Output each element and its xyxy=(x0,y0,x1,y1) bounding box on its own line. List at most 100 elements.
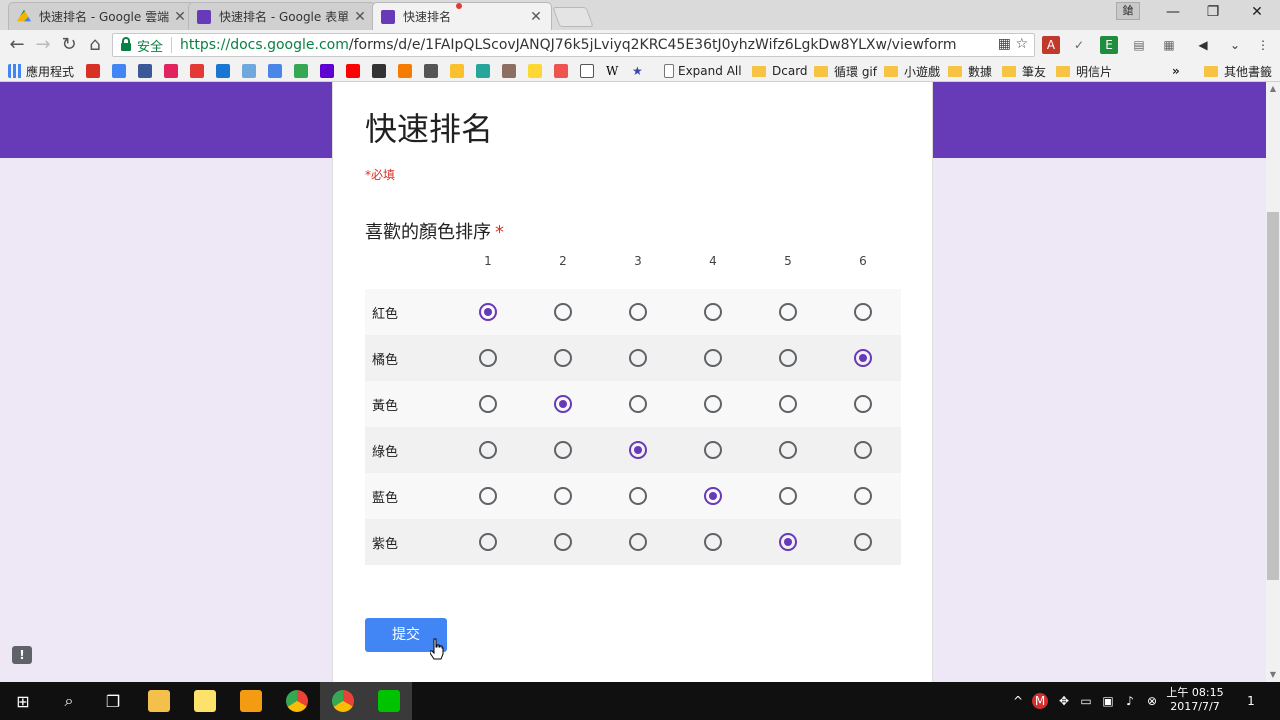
radio-button[interactable] xyxy=(779,533,797,551)
radio-button[interactable] xyxy=(854,395,872,413)
bookmark-folder-dcard[interactable]: Dcard xyxy=(752,63,808,79)
radio-button[interactable] xyxy=(554,303,572,321)
scribd-icon[interactable] xyxy=(372,64,386,78)
radio-button[interactable] xyxy=(704,533,722,551)
radio-button[interactable] xyxy=(704,303,722,321)
line-app-icon[interactable] xyxy=(366,682,412,720)
radio-button[interactable] xyxy=(554,441,572,459)
radio-button[interactable] xyxy=(779,487,797,505)
e-icon[interactable] xyxy=(580,64,594,78)
tab-form-view[interactable]: 快速排名 ✕ xyxy=(372,2,552,30)
wikipedia-icon[interactable]: W xyxy=(606,64,620,78)
media-player-icon[interactable] xyxy=(228,682,274,720)
reload-icon[interactable]: ↻ xyxy=(58,34,80,56)
battery-icon[interactable]: ▭ xyxy=(1078,693,1094,709)
radio-button[interactable] xyxy=(629,533,647,551)
close-icon[interactable]: ✕ xyxy=(173,9,187,25)
tab-google-forms-editor[interactable]: 快速排名 - Google 表單 ✕ xyxy=(188,2,376,30)
m-icon[interactable] xyxy=(476,64,490,78)
maps-icon[interactable] xyxy=(294,64,308,78)
bookmark-expand-all[interactable]: Expand All xyxy=(664,63,742,79)
radio-button[interactable] xyxy=(629,395,647,413)
radio-button[interactable] xyxy=(479,303,497,321)
yahoo-icon[interactable] xyxy=(320,64,334,78)
dropbox-icon[interactable]: ✥ xyxy=(1056,693,1072,709)
radio-button[interactable] xyxy=(704,441,722,459)
scrollbar-thumb[interactable] xyxy=(1267,212,1279,580)
evernote-extension-icon[interactable]: E xyxy=(1100,36,1118,54)
radio-button[interactable] xyxy=(854,303,872,321)
network-icon[interactable]: ▣ xyxy=(1100,693,1116,709)
close-icon[interactable]: ✕ xyxy=(353,9,367,25)
task-view-icon[interactable]: ❐ xyxy=(90,682,136,720)
bird-icon[interactable] xyxy=(424,64,438,78)
volume-icon[interactable]: ♪ xyxy=(1122,693,1138,709)
report-feedback-icon[interactable]: ! xyxy=(12,646,32,664)
m-tray-icon[interactable]: M xyxy=(1032,693,1048,709)
sticky-notes-icon[interactable] xyxy=(182,682,228,720)
address-bar[interactable]: 安全 https://docs.google.com/forms/d/e/1FA… xyxy=(112,33,1035,57)
radio-button[interactable] xyxy=(479,487,497,505)
star-icon[interactable]: ★ xyxy=(632,64,646,78)
bookmark-folder-games[interactable]: 小遊戲 xyxy=(884,63,940,79)
radio-button[interactable] xyxy=(629,303,647,321)
radio-button[interactable] xyxy=(479,441,497,459)
radio-button[interactable] xyxy=(629,487,647,505)
profile-button[interactable]: 鎗 xyxy=(1116,2,1140,20)
radio-button[interactable] xyxy=(479,395,497,413)
tab-google-drive[interactable]: 快速排名 - Google 雲端 ✕ xyxy=(8,2,196,30)
pinterest-icon[interactable] xyxy=(164,64,178,78)
shape-icon[interactable] xyxy=(398,64,412,78)
translate-icon[interactable] xyxy=(268,64,282,78)
radio-button[interactable] xyxy=(854,533,872,551)
radio-button[interactable] xyxy=(629,441,647,459)
home-icon[interactable]: ⌂ xyxy=(84,34,106,56)
chrome-icon[interactable] xyxy=(274,682,320,720)
radio-button[interactable] xyxy=(554,349,572,367)
dictionary-icon[interactable] xyxy=(216,64,230,78)
radio-button[interactable] xyxy=(704,349,722,367)
radio-button[interactable] xyxy=(479,533,497,551)
bookmarks-overflow-chevron-icon[interactable]: » xyxy=(1172,63,1180,79)
radio-button[interactable] xyxy=(779,303,797,321)
face-icon[interactable] xyxy=(450,64,464,78)
z-icon[interactable] xyxy=(502,64,516,78)
file-explorer-icon[interactable] xyxy=(136,682,182,720)
back-arrow-icon[interactable]: ← xyxy=(6,34,28,56)
minimize-button[interactable]: — xyxy=(1158,4,1188,22)
notifications-icon[interactable]: 1 xyxy=(1240,693,1262,709)
windows-start-icon[interactable]: ⊞ xyxy=(0,682,46,720)
google-icon[interactable] xyxy=(112,64,126,78)
radio-button[interactable] xyxy=(854,441,872,459)
radio-button[interactable] xyxy=(779,395,797,413)
new-tab-button[interactable] xyxy=(552,7,594,27)
bookmark-folder-penpals[interactable]: 筆友 xyxy=(1002,63,1046,79)
radio-button[interactable] xyxy=(554,395,572,413)
radio-button[interactable] xyxy=(629,349,647,367)
radio-button[interactable] xyxy=(779,441,797,459)
pdf-extension-icon[interactable]: A xyxy=(1042,36,1060,54)
close-icon[interactable]: ✕ xyxy=(529,9,543,25)
radio-button[interactable] xyxy=(479,349,497,367)
gmail-icon[interactable] xyxy=(86,64,100,78)
bookmark-star-icon[interactable]: ▦ ☆ xyxy=(998,36,1028,52)
facebook-icon[interactable] xyxy=(138,64,152,78)
radio-button[interactable] xyxy=(554,487,572,505)
chevron-up-icon[interactable]: ^ xyxy=(1010,693,1026,709)
menu-icon[interactable]: ⋮ xyxy=(1254,36,1272,54)
bookmark-folder-postcards[interactable]: 明信片 xyxy=(1056,63,1112,79)
system-clock[interactable]: 上午 08:15 2017/7/7 xyxy=(1164,686,1226,714)
bookmark-folder-gif[interactable]: 循環 gif xyxy=(814,63,877,79)
window-close-button[interactable]: ✕ xyxy=(1242,4,1272,22)
flipboard-icon[interactable] xyxy=(190,64,204,78)
radio-button[interactable] xyxy=(554,533,572,551)
bookmark-apps[interactable]: 應用程式 xyxy=(8,63,74,79)
speaker-icon[interactable]: ◀ xyxy=(1194,36,1212,54)
bookmark-folder-other[interactable]: 其他書籤 xyxy=(1204,63,1272,79)
search-icon[interactable]: ⌕ xyxy=(46,682,92,720)
input-method-icon[interactable]: ⊗ xyxy=(1144,693,1160,709)
mail-icon[interactable] xyxy=(242,64,256,78)
yellow-icon[interactable] xyxy=(528,64,542,78)
youtube-icon[interactable] xyxy=(346,64,360,78)
radio-button[interactable] xyxy=(704,395,722,413)
